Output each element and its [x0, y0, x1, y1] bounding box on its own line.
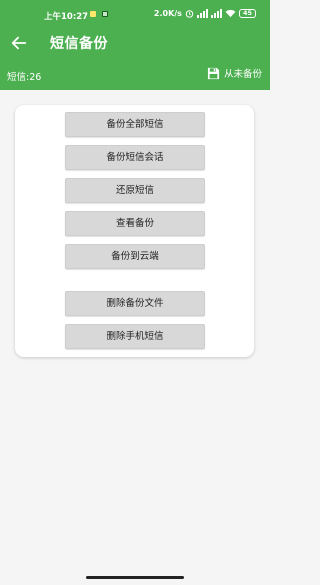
backup-cloud-button[interactable]: 备份到云端 — [65, 244, 205, 269]
arrow-left-icon[interactable] — [10, 34, 28, 52]
status-time: 上午10:27 — [44, 12, 89, 22]
delete-phone-sms-button[interactable]: 删除手机短信 — [65, 324, 205, 349]
notification-icon — [90, 11, 96, 17]
backup-conversation-button[interactable]: 备份短信会话 — [65, 145, 205, 170]
status-bar: 上午10:27 2.0K/s 45 — [0, 0, 270, 28]
network-speed: 2.0K/s — [153, 9, 182, 18]
actions-card: 备份全部短信 备份短信会话 还原短信 查看备份 备份到云端 删除备份文件 删除手… — [15, 105, 254, 357]
restore-button[interactable]: 还原短信 — [65, 178, 205, 203]
phone-screen: 上午10:27 2.0K/s 45 短信备份 短信:26 从未备份 备份全部短信… — [0, 0, 270, 585]
battery-icon: 45 — [238, 9, 256, 18]
floppy-disk-icon — [207, 67, 220, 79]
signal-1-icon — [196, 9, 208, 18]
home-indicator[interactable] — [86, 576, 184, 579]
info-bar: 短信:26 从未备份 — [0, 58, 270, 90]
backup-status-label: 从未备份 — [223, 69, 262, 80]
page-title: 短信备份 — [50, 36, 108, 52]
view-backup-button[interactable]: 查看备份 — [65, 211, 205, 236]
signal-2-icon — [210, 9, 222, 18]
sms-count: 短信:26 — [7, 72, 42, 83]
alarm-icon — [185, 10, 194, 18]
delete-backup-files-button[interactable]: 删除备份文件 — [65, 291, 205, 316]
wifi-icon — [225, 9, 236, 18]
app-notification-icon — [102, 11, 108, 17]
backup-status-button[interactable]: 从未备份 — [207, 66, 262, 80]
status-indicators: 2.0K/s 45 — [154, 9, 256, 18]
backup-all-button[interactable]: 备份全部短信 — [65, 112, 205, 137]
app-bar: 短信备份 — [0, 28, 270, 58]
